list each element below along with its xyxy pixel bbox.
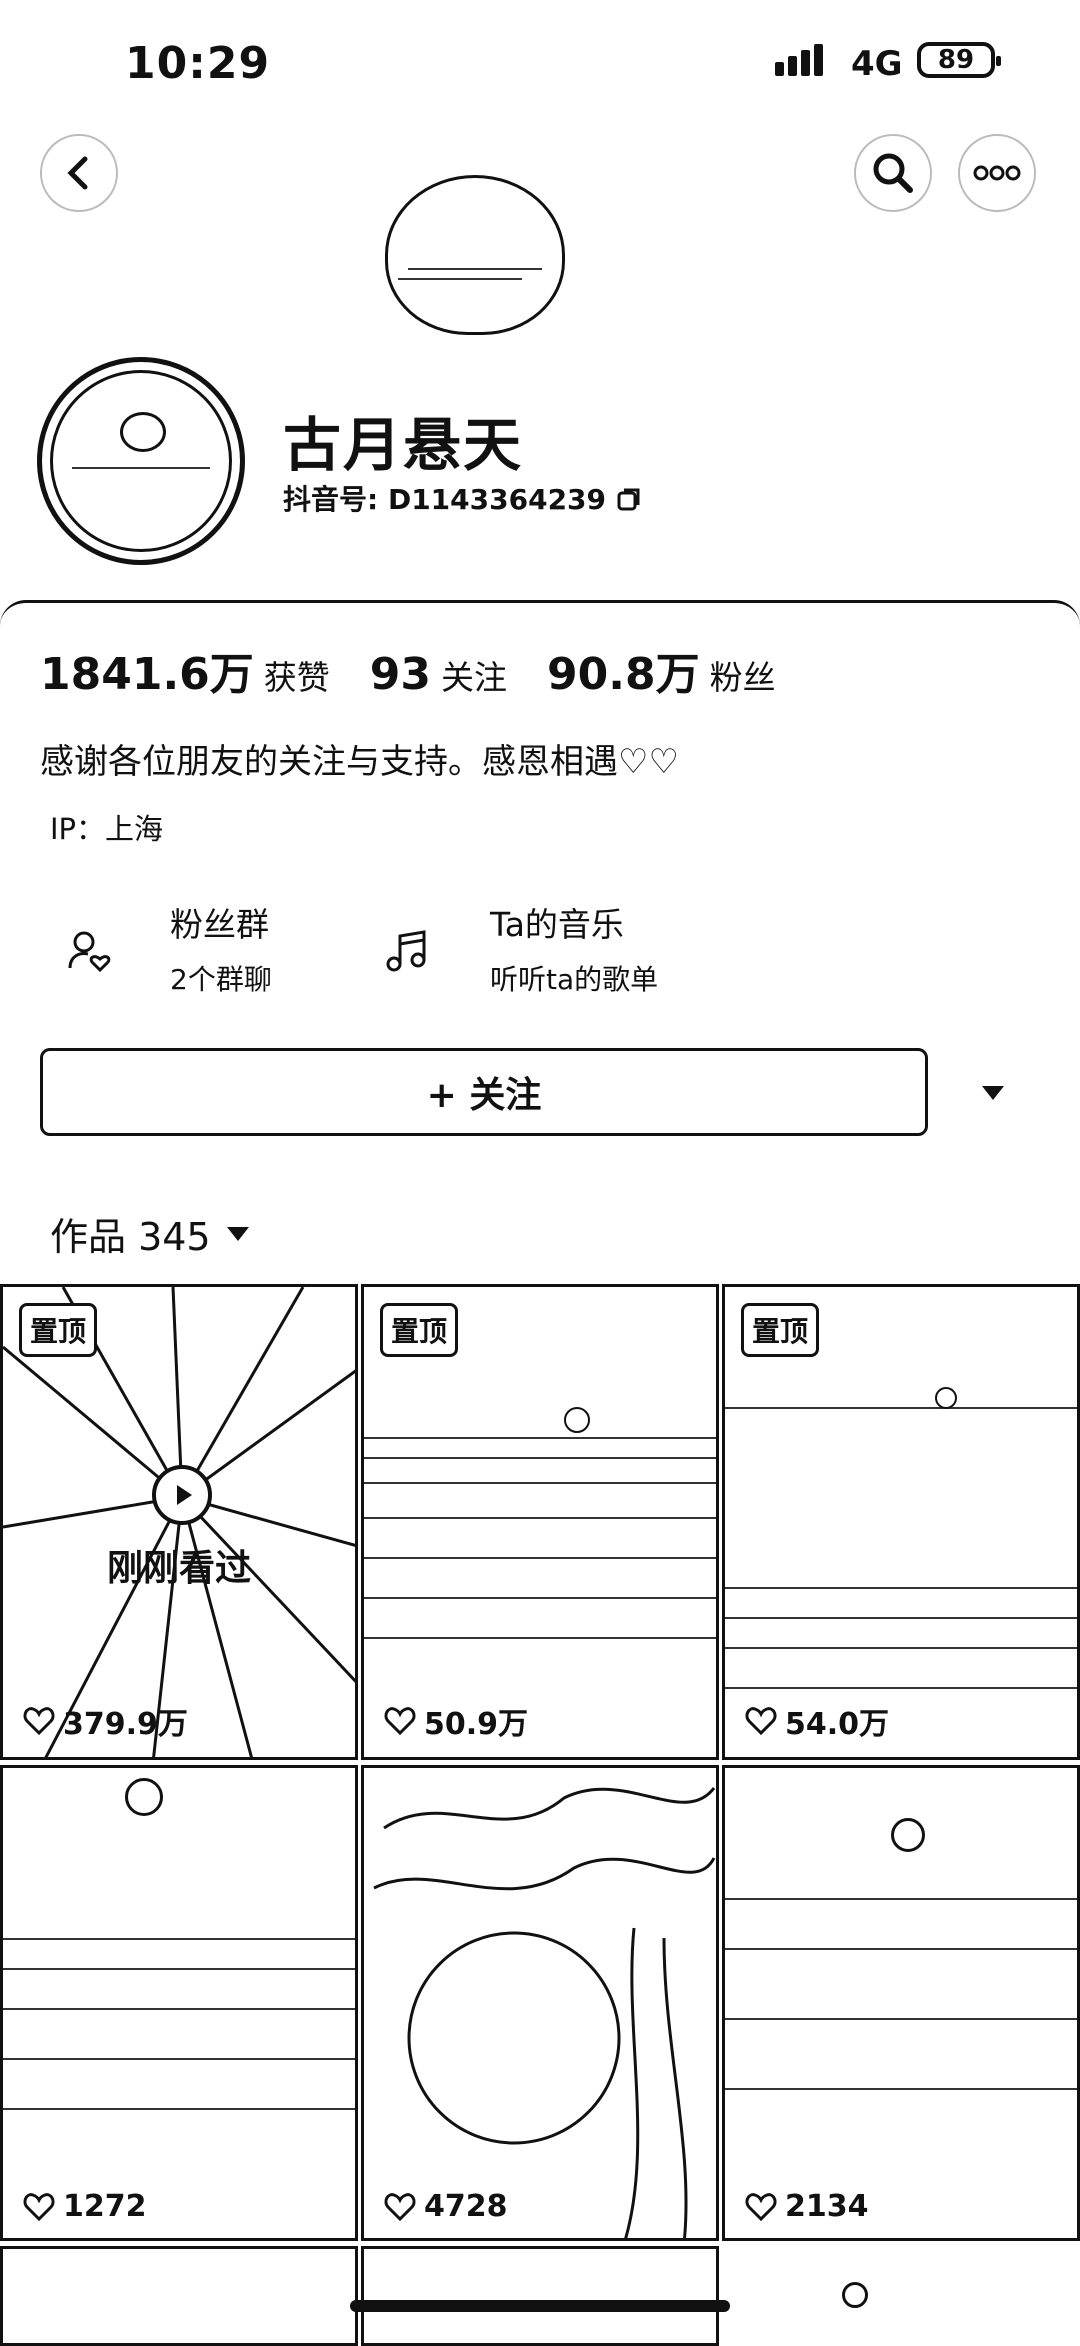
heart-icon: [384, 2192, 416, 2221]
video-tile[interactable]: [361, 2246, 719, 2346]
like-count: 50.9万: [384, 1699, 528, 1743]
fans-group-entry[interactable]: 粉丝群 2个群聊: [66, 898, 272, 998]
video-tile[interactable]: [0, 2246, 358, 2346]
copy-icon[interactable]: [616, 487, 642, 513]
music-entry[interactable]: Ta的音乐 听听ta的歌单: [384, 898, 658, 998]
music-text: Ta的音乐 听听ta的歌单: [490, 898, 658, 998]
heart-icon: [23, 1707, 55, 1736]
battery-level: 89: [937, 45, 975, 75]
like-count: 379.9万: [23, 1699, 188, 1743]
works-tab[interactable]: 作品 345: [50, 1206, 249, 1261]
followers-count[interactable]: 90.8万: [547, 638, 700, 702]
like-count-text: 379.9万: [63, 1707, 188, 1742]
douyin-id-text: 抖音号: D1143364239: [283, 483, 607, 516]
pinned-badge: 置顶: [19, 1303, 98, 1357]
video-tile[interactable]: 2134: [722, 1765, 1080, 2241]
like-count-text: 4728: [424, 2189, 508, 2224]
video-grid: 刚刚看过 置顶 379.9万 置顶 50.9万 置顶 54.0万 1272 47…: [0, 1284, 1080, 2346]
like-count-text: 1272: [63, 2189, 147, 2224]
like-count: 2134: [745, 2189, 869, 2224]
music-note-icon: [386, 930, 426, 972]
status-time: 10:29: [125, 38, 271, 89]
likes-label: 获赞: [263, 658, 330, 697]
video-tile[interactable]: 4728: [361, 1765, 719, 2241]
cover-moon-image: [385, 175, 565, 335]
like-count-text: 2134: [785, 2189, 869, 2224]
video-tile[interactable]: 置顶 54.0万: [722, 1284, 1080, 1760]
profile-stats: 1841.6万 获赞 93 关注 90.8万 粉丝: [40, 638, 806, 702]
home-indicator: [350, 2300, 730, 2312]
works-dropdown-icon[interactable]: [226, 1226, 249, 1241]
pinned-badge: 置顶: [741, 1303, 820, 1357]
like-count-text: 54.0万: [785, 1707, 890, 1742]
chevron-left-icon: [67, 156, 88, 190]
play-icon: [152, 1465, 212, 1525]
follow-button[interactable]: + 关注: [40, 1048, 928, 1136]
search-icon: [873, 153, 913, 193]
following-label[interactable]: 关注: [441, 651, 507, 699]
profile-bio: 感谢各位朋友的关注与支持。感恩相遇♡♡: [40, 742, 679, 782]
just-watched-badge: 刚刚看过: [106, 1548, 251, 1589]
fans-group-icon: [68, 931, 111, 973]
search-button[interactable]: [854, 134, 932, 212]
music-subtitle: 听听ta的歌单: [490, 963, 659, 996]
like-count: 4728: [384, 2189, 508, 2224]
signal-icon: [775, 44, 823, 76]
fans-group-text: 粉丝群 2个群聊: [170, 898, 272, 998]
heart-icon: [745, 2192, 777, 2221]
video-tile[interactable]: 刚刚看过 置顶 379.9万: [0, 1284, 358, 1760]
douyin-id[interactable]: 抖音号: D1143364239: [283, 478, 642, 518]
video-tile[interactable]: [722, 2246, 1080, 2346]
battery-icon: 89: [917, 42, 1001, 78]
followers-label[interactable]: 粉丝: [710, 651, 776, 699]
heart-icon: [23, 2192, 55, 2221]
follow-dropdown-icon[interactable]: [982, 1086, 1004, 1100]
more-button[interactable]: [958, 134, 1036, 212]
music-title: Ta的音乐: [490, 905, 624, 944]
heart-icon: [745, 1707, 777, 1736]
likes-count: 1841.6万: [40, 649, 254, 700]
works-label: 作品 345: [50, 1215, 211, 1259]
avatar[interactable]: [37, 357, 245, 565]
ip-location: IP：上海: [50, 812, 164, 846]
heart-icon: [384, 1707, 416, 1736]
profile-name: 古月悬天: [283, 411, 524, 479]
back-button[interactable]: [40, 134, 118, 212]
like-count: 1272: [23, 2189, 147, 2224]
fans-group-subtitle: 2个群聊: [170, 963, 272, 996]
like-count-text: 50.9万: [424, 1707, 529, 1742]
fans-group-title: 粉丝群: [170, 905, 269, 944]
pinned-badge: 置顶: [380, 1303, 459, 1357]
like-count: 54.0万: [745, 1699, 889, 1743]
more-dots-icon: [973, 165, 1021, 181]
video-tile[interactable]: 置顶 50.9万: [361, 1284, 719, 1760]
following-count[interactable]: 93: [370, 649, 431, 700]
video-thumbnail: [373, 1787, 716, 2238]
video-tile[interactable]: 1272: [0, 1765, 358, 2241]
network-type: 4G: [851, 44, 903, 84]
